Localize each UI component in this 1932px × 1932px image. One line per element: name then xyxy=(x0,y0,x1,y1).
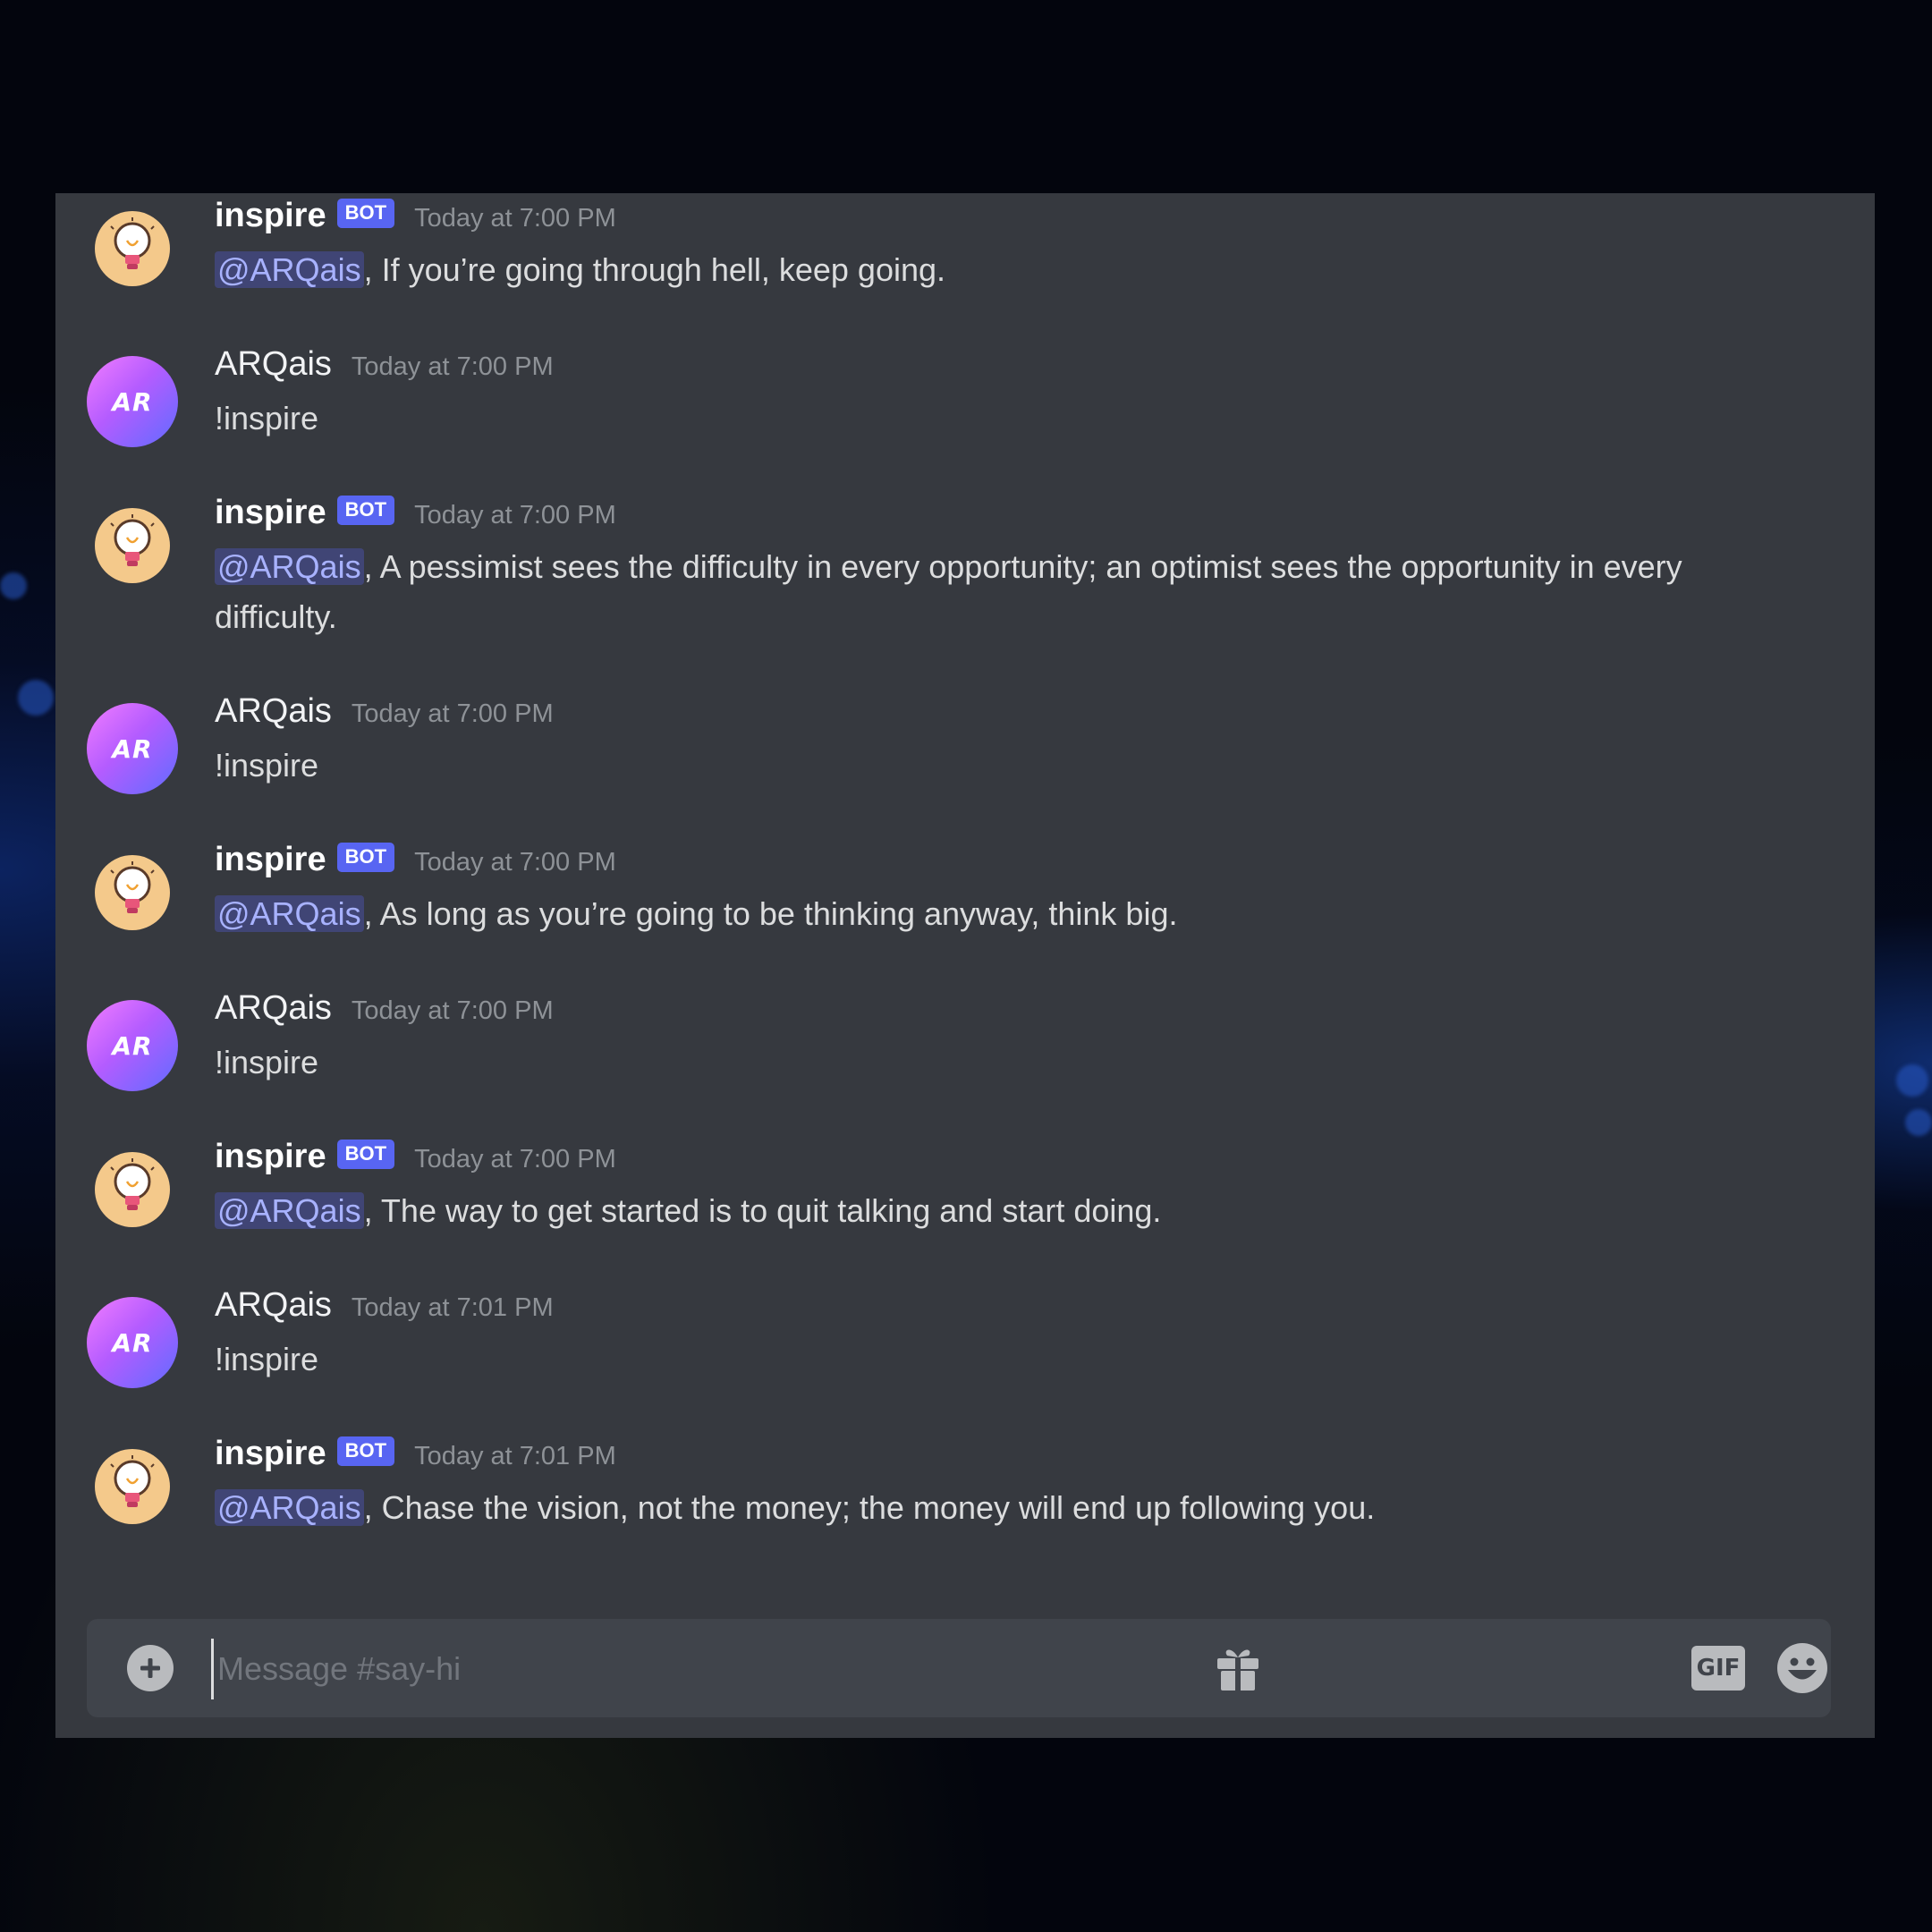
message-content: @ARQais, If you’re going through hell, k… xyxy=(215,245,1714,295)
username[interactable]: ARQais xyxy=(215,1286,332,1325)
background-bokeh xyxy=(18,680,54,716)
bot-badge: BOT xyxy=(336,843,395,872)
message-text: !inspire xyxy=(215,1341,319,1377)
message-text: !inspire xyxy=(215,747,319,784)
message-header: ARQais Today at 7:00 PM xyxy=(215,692,554,731)
message-timestamp: Today at 7:00 PM xyxy=(351,996,554,1025)
user-avatar[interactable]: AR xyxy=(87,356,178,447)
bot-badge: BOT xyxy=(336,1140,395,1169)
message-content: !inspire xyxy=(215,1038,1714,1088)
lightbulb-icon xyxy=(106,1157,159,1222)
username[interactable]: inspire xyxy=(215,1435,326,1473)
bot-avatar[interactable] xyxy=(95,211,170,286)
message-header: ARQais Today at 7:00 PM xyxy=(215,989,554,1028)
add-attachment-icon[interactable] xyxy=(127,1645,174,1691)
message-text: , If you’re going through hell, keep goi… xyxy=(363,251,946,288)
username[interactable]: inspire xyxy=(215,1138,326,1176)
message-timestamp: Today at 7:01 PM xyxy=(351,1293,554,1322)
bot-avatar[interactable] xyxy=(95,508,170,583)
message-text: !inspire xyxy=(215,400,319,436)
message-content: !inspire xyxy=(215,394,1714,444)
message-item: inspire BOT Today at 7:00 PM @ARQais, If yo… xyxy=(55,154,1875,302)
message-header: inspire BOT Today at 7:01 PM xyxy=(215,1435,616,1473)
message-text: , As long as you’re going to be thinking… xyxy=(363,895,1178,932)
user-avatar-logo: AR xyxy=(112,1030,153,1061)
user-avatar[interactable]: AR xyxy=(87,703,178,794)
message-timestamp: Today at 7:01 PM xyxy=(414,1442,616,1470)
message-timestamp: Today at 7:00 PM xyxy=(414,1145,616,1174)
message-header: ARQais Today at 7:01 PM xyxy=(215,1286,554,1325)
message-timestamp: Today at 7:00 PM xyxy=(414,501,616,530)
message-timestamp: Today at 7:00 PM xyxy=(414,848,616,877)
user-mention[interactable]: @ARQais xyxy=(215,895,364,932)
chat-window: inspire BOT Today at 7:00 PM @ARQais, If yo… xyxy=(55,193,1875,1738)
message-header: inspire BOT Today at 7:00 PM xyxy=(215,197,616,235)
message-content: @ARQais, The way to get started is to qu… xyxy=(215,1186,1714,1236)
gift-icon[interactable] xyxy=(1212,1641,1264,1695)
message-content: @ARQais, Chase the vision, not the money… xyxy=(215,1483,1714,1533)
bot-avatar[interactable] xyxy=(95,1152,170,1227)
user-mention[interactable]: @ARQais xyxy=(215,1192,364,1229)
username[interactable]: ARQais xyxy=(215,345,332,384)
user-mention[interactable]: @ARQais xyxy=(215,251,364,288)
user-avatar-logo: AR xyxy=(112,1327,153,1358)
bot-badge: BOT xyxy=(336,1436,395,1466)
message-header: inspire BOT Today at 7:00 PM xyxy=(215,494,616,532)
lightbulb-icon xyxy=(106,216,159,281)
message-header: ARQais Today at 7:00 PM xyxy=(215,345,554,384)
message-content: @ARQais, A pessimist sees the difficulty… xyxy=(215,542,1714,642)
message-timestamp: Today at 7:00 PM xyxy=(414,204,616,233)
message-header: inspire BOT Today at 7:00 PM xyxy=(215,841,616,879)
message-text: !inspire xyxy=(215,1044,319,1080)
message-item: inspire BOT Today at 7:00 PM @ARQais, As lo… xyxy=(55,798,1875,946)
emoji-icon[interactable] xyxy=(1775,1641,1829,1695)
message-item: inspire BOT Today at 7:00 PM @ARQais, A pes… xyxy=(55,451,1875,657)
username[interactable]: inspire xyxy=(215,841,326,879)
lightbulb-icon xyxy=(106,1454,159,1519)
user-mention[interactable]: @ARQais xyxy=(215,548,364,585)
message-header: inspire BOT Today at 7:00 PM xyxy=(215,1138,616,1176)
user-avatar-logo: AR xyxy=(112,386,153,417)
message-text: , A pessimist sees the difficulty in eve… xyxy=(215,548,1682,635)
message-item: AR ARQais Today at 7:01 PM !inspire xyxy=(55,1243,1875,1392)
lightbulb-icon xyxy=(106,513,159,578)
bot-avatar[interactable] xyxy=(95,1449,170,1524)
background-bokeh xyxy=(0,572,27,599)
gif-icon[interactable]: GIF xyxy=(1691,1646,1745,1690)
message-timestamp: Today at 7:00 PM xyxy=(351,352,554,381)
background-bokeh xyxy=(1905,1109,1932,1136)
user-avatar[interactable]: AR xyxy=(87,1297,178,1388)
message-content: @ARQais, As long as you’re going to be t… xyxy=(215,889,1714,939)
message-content: !inspire xyxy=(215,741,1714,791)
user-avatar-logo: AR xyxy=(112,733,153,764)
gif-label: GIF xyxy=(1696,1655,1741,1682)
username[interactable]: ARQais xyxy=(215,989,332,1028)
bot-avatar[interactable] xyxy=(95,855,170,930)
message-item: AR ARQais Today at 7:00 PM !inspire xyxy=(55,946,1875,1095)
message-composer: GIF xyxy=(87,1619,1831,1717)
lightbulb-icon xyxy=(106,860,159,925)
message-timestamp: Today at 7:00 PM xyxy=(351,699,554,728)
message-item: inspire BOT Today at 7:01 PM @ARQais, Chase… xyxy=(55,1392,1875,1540)
username[interactable]: inspire xyxy=(215,494,326,532)
user-avatar[interactable]: AR xyxy=(87,1000,178,1091)
message-item: inspire BOT Today at 7:00 PM @ARQais, The w… xyxy=(55,1095,1875,1243)
background-bokeh xyxy=(1896,1064,1928,1097)
bot-badge: BOT xyxy=(336,199,395,228)
message-input[interactable] xyxy=(211,1639,1561,1699)
message-text: , Chase the vision, not the money; the m… xyxy=(363,1489,1376,1526)
message-text: , The way to get started is to quit talk… xyxy=(363,1192,1162,1229)
message-item: AR ARQais Today at 7:00 PM !inspire xyxy=(55,302,1875,451)
username[interactable]: inspire xyxy=(215,197,326,235)
message-item: AR ARQais Today at 7:00 PM !inspire xyxy=(55,649,1875,798)
bot-badge: BOT xyxy=(336,496,395,525)
user-mention[interactable]: @ARQais xyxy=(215,1489,364,1526)
username[interactable]: ARQais xyxy=(215,692,332,731)
message-content: !inspire xyxy=(215,1335,1714,1385)
